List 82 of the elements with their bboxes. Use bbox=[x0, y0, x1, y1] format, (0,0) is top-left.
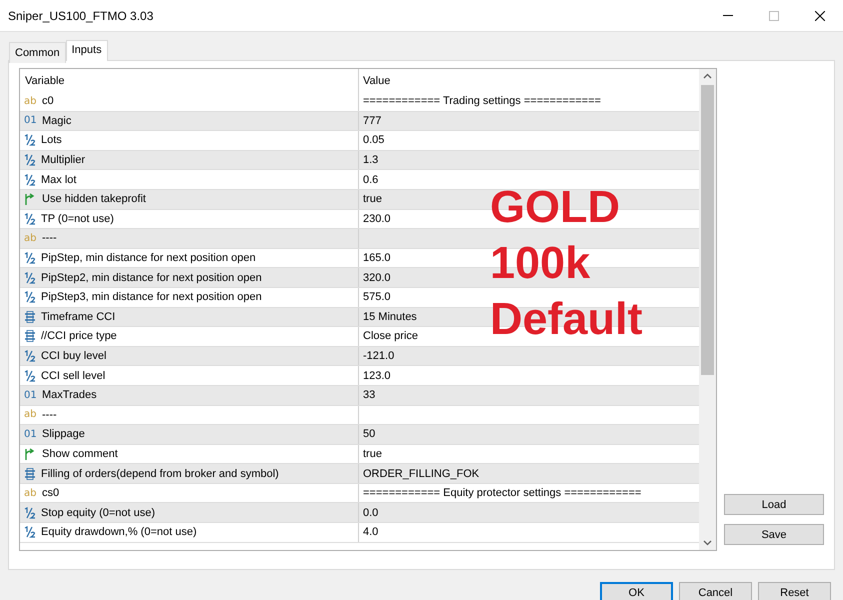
variable-value[interactable]: 0.6 bbox=[363, 174, 378, 186]
fraction-icon bbox=[24, 252, 36, 264]
branch-arrow-icon bbox=[24, 448, 37, 460]
variable-value[interactable]: ============ Equity protector settings ============ bbox=[363, 487, 642, 500]
dialog-button[interactable]: OK bbox=[600, 582, 673, 600]
variable-name: //CCI price type bbox=[41, 330, 117, 342]
variable-name: Use hidden takeprofit bbox=[42, 193, 146, 206]
variable-name: Lots bbox=[41, 134, 62, 146]
variable-value[interactable]: 320.0 bbox=[363, 272, 391, 284]
fraction-icon bbox=[24, 291, 36, 304]
fraction-icon bbox=[24, 526, 36, 538]
variable-value[interactable]: 575.0 bbox=[363, 291, 391, 304]
dialog-button[interactable]: Cancel bbox=[679, 582, 752, 600]
fraction-icon bbox=[24, 370, 36, 382]
variable-name: Stop equity (0=not use) bbox=[41, 506, 156, 519]
variable-value[interactable]: 15 Minutes bbox=[363, 310, 417, 323]
close-icon[interactable] bbox=[815, 10, 825, 20]
variable-name: ---- bbox=[42, 408, 57, 421]
variable-name: CCI sell level bbox=[41, 370, 106, 382]
string-type-icon: ab bbox=[24, 232, 37, 244]
integer-type-icon: 01 bbox=[24, 390, 37, 401]
list-icon bbox=[24, 310, 36, 323]
tab[interactable]: Common bbox=[9, 42, 66, 63]
variable-name: Magic bbox=[42, 114, 72, 127]
variable-value[interactable]: Close price bbox=[363, 330, 418, 342]
variable-name: Max lot bbox=[41, 174, 76, 186]
variable-name: PipStep3, min distance for next position open bbox=[41, 291, 262, 304]
variable-name: Equity drawdown,% (0=not use) bbox=[41, 526, 197, 538]
variable-name: PipStep, min distance for next position open bbox=[41, 252, 256, 264]
overlay-caption: GOLD bbox=[490, 181, 621, 233]
side-button[interactable]: Load bbox=[724, 494, 824, 515]
integer-type-icon: 01 bbox=[24, 115, 37, 126]
variable-value[interactable]: true bbox=[363, 448, 382, 460]
tab[interactable]: Inputs bbox=[66, 40, 108, 61]
variable-value[interactable]: 777 bbox=[363, 114, 382, 127]
variable-value[interactable]: ============ Trading settings ============ bbox=[363, 95, 601, 108]
variable-value[interactable]: 1.3 bbox=[363, 154, 378, 166]
variable-value[interactable]: 0.0 bbox=[363, 506, 378, 519]
fraction-icon bbox=[24, 154, 36, 166]
variable-value[interactable]: 230.0 bbox=[363, 212, 391, 225]
variable-name: Multiplier bbox=[41, 154, 86, 166]
variable-value[interactable]: 4.0 bbox=[363, 526, 378, 538]
variable-value[interactable]: true bbox=[363, 193, 382, 206]
branch-arrow-icon bbox=[24, 193, 37, 206]
column-header[interactable]: Value bbox=[363, 74, 390, 86]
variable-name: Timeframe CCI bbox=[41, 310, 116, 323]
variable-name: CCI buy level bbox=[41, 350, 106, 362]
list-icon bbox=[24, 468, 36, 480]
variable-value[interactable]: 0.05 bbox=[363, 134, 384, 146]
variable-name: Filling of orders(depend from broker and symbol) bbox=[41, 468, 279, 480]
scrollbar[interactable] bbox=[699, 69, 716, 550]
fraction-icon bbox=[24, 174, 36, 186]
overlay-caption: Default bbox=[490, 293, 643, 345]
variable-value[interactable]: 33 bbox=[363, 389, 376, 402]
string-type-icon: ab bbox=[24, 96, 37, 107]
variable-value[interactable]: ORDER_FILLING_FOK bbox=[363, 468, 480, 480]
column-header[interactable]: Variable bbox=[25, 74, 65, 86]
variable-name: PipStep2, min distance for next position open bbox=[41, 272, 262, 284]
window-title: Sniper_US100_FTMO 3.03 bbox=[8, 8, 154, 22]
variable-name: cs0 bbox=[42, 487, 60, 500]
integer-type-icon: 01 bbox=[24, 428, 37, 440]
fraction-icon bbox=[24, 134, 36, 146]
fraction-icon bbox=[24, 272, 36, 284]
variable-value[interactable]: 165.0 bbox=[363, 252, 391, 264]
variable-name: ---- bbox=[42, 232, 57, 244]
variable-name: c0 bbox=[42, 95, 54, 108]
string-type-icon: ab bbox=[24, 488, 37, 499]
overlay-caption: 100k bbox=[490, 237, 592, 289]
string-type-icon: ab bbox=[24, 409, 37, 420]
variable-value[interactable]: -121.0 bbox=[363, 350, 394, 362]
variable-name: Slippage bbox=[42, 428, 85, 440]
variable-name: TP (0=not use) bbox=[41, 212, 114, 225]
fraction-icon bbox=[24, 506, 36, 519]
side-button[interactable]: Save bbox=[724, 524, 824, 545]
fraction-icon bbox=[24, 212, 36, 225]
list-icon bbox=[24, 330, 36, 342]
variable-name: MaxTrades bbox=[42, 389, 97, 402]
dialog-button[interactable]: Reset bbox=[758, 582, 831, 600]
fraction-icon bbox=[24, 350, 36, 362]
variable-value[interactable]: 123.0 bbox=[363, 370, 391, 382]
variable-name: Show comment bbox=[42, 448, 118, 460]
variable-value[interactable]: 50 bbox=[363, 428, 376, 440]
